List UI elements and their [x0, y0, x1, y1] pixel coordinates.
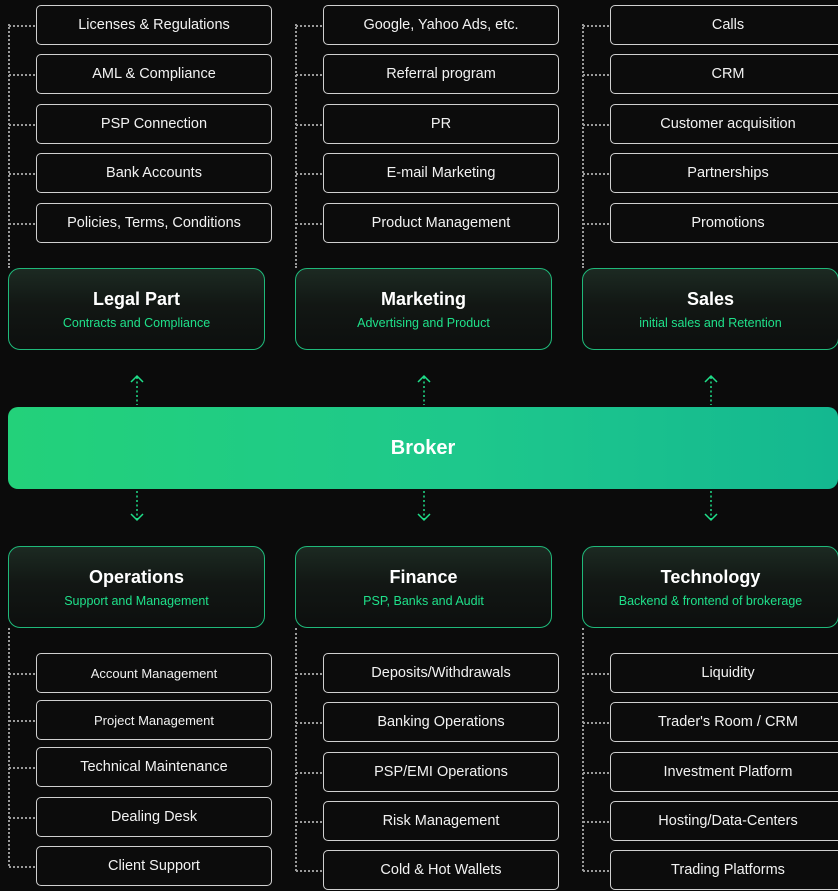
connector-bracket [295, 628, 315, 871]
column-finance: Finance PSP, Banks and Audit Deposits/Wi… [295, 0, 559, 891]
item-investment-platform: Investment Platform [583, 752, 838, 792]
header-subtitle: Support and Management [64, 593, 209, 608]
item-technical-maintenance: Technical Maintenance [9, 747, 272, 787]
item-project-management: Project Management [9, 700, 272, 740]
header-title: Operations [88, 566, 185, 587]
item-deposits-withdrawals: Deposits/Withdrawals [296, 653, 559, 693]
item-hosting-data-centers: Hosting/Data-Centers [583, 801, 838, 841]
item-dealing-desk: Dealing Desk [9, 797, 272, 837]
item-trading-platforms: Trading Platforms [583, 850, 838, 890]
column-operations: Operations Support and Management Accoun… [8, 0, 272, 891]
connector-bracket [582, 628, 602, 871]
header-title: Finance [389, 566, 458, 587]
item-account-management: Account Management [9, 653, 272, 693]
item-traders-room-crm: Trader's Room / CRM [583, 702, 838, 742]
item-risk-management: Risk Management [296, 801, 559, 841]
header-operations: Operations Support and Management [8, 546, 265, 628]
column-technology: Technology Backend & frontend of brokera… [582, 0, 838, 891]
item-liquidity: Liquidity [583, 653, 838, 693]
item-client-support: Client Support [9, 846, 272, 886]
connector-bracket [8, 628, 28, 866]
header-technology: Technology Backend & frontend of brokera… [582, 546, 838, 628]
header-subtitle: Backend & frontend of brokerage [618, 593, 803, 608]
header-subtitle: PSP, Banks and Audit [363, 593, 484, 608]
item-psp-emi-operations: PSP/EMI Operations [296, 752, 559, 792]
item-cold-hot-wallets: Cold & Hot Wallets [296, 850, 559, 890]
item-banking-operations: Banking Operations [296, 702, 559, 742]
header-finance: Finance PSP, Banks and Audit [295, 546, 552, 628]
header-title: Technology [660, 566, 761, 587]
